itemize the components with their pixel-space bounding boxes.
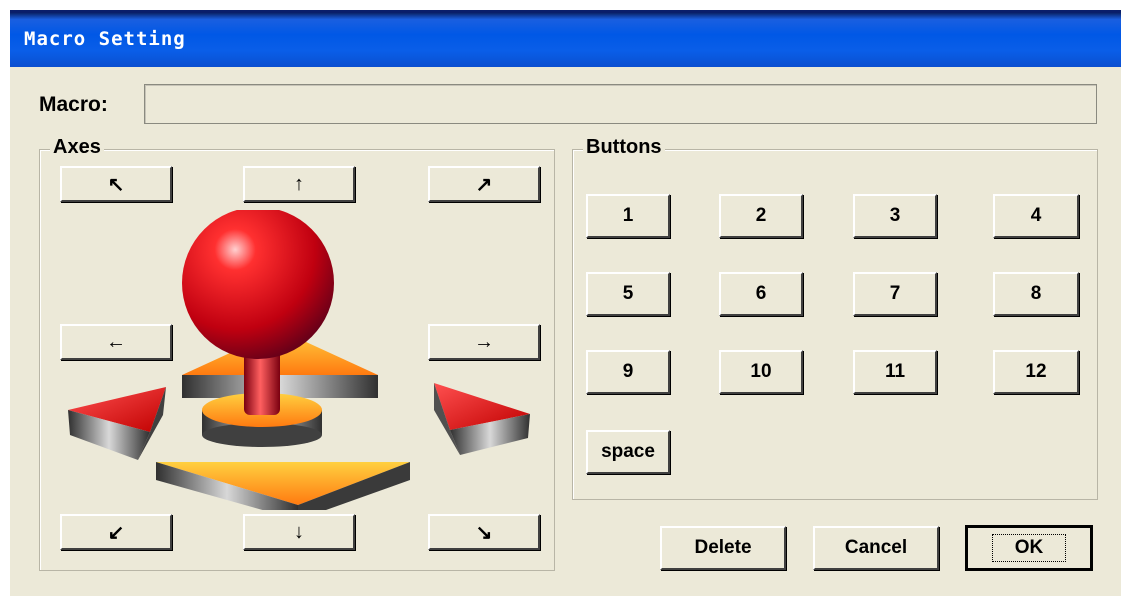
joystick-illustration: [68, 210, 530, 510]
arrow-down-left-icon: ↙: [107, 521, 125, 544]
key-button-2[interactable]: 2: [719, 194, 803, 238]
axis-down-button[interactable]: ↓: [243, 514, 355, 550]
window-title: Macro Setting: [24, 28, 186, 50]
ok-focus-rect: OK: [991, 534, 1067, 562]
axis-down-right-button[interactable]: ↘: [428, 514, 540, 550]
key-button-7[interactable]: 7: [853, 272, 937, 316]
key-button-8[interactable]: 8: [993, 272, 1079, 316]
arrow-down-icon: ↓: [294, 520, 304, 543]
axis-up-button[interactable]: ↑: [243, 166, 355, 202]
macro-input[interactable]: [144, 84, 1097, 124]
arrow-down-right-icon: ↘: [475, 521, 493, 544]
key-button-9[interactable]: 9: [586, 350, 670, 394]
macro-setting-dialog: Macro Setting Macro: Axes ↖ ↑ ↗ ← → ↙ ↓ …: [10, 10, 1121, 596]
axis-up-left-button[interactable]: ↖: [60, 166, 172, 202]
ok-button[interactable]: OK: [965, 525, 1093, 571]
arrow-up-right-icon: ↗: [475, 173, 493, 196]
key-button-5[interactable]: 5: [586, 272, 670, 316]
key-button-10[interactable]: 10: [719, 350, 803, 394]
joystick-ball-icon: [182, 210, 334, 359]
axis-up-right-button[interactable]: ↗: [428, 166, 540, 202]
arrow-up-icon: ↑: [294, 172, 304, 195]
key-button-6[interactable]: 6: [719, 272, 803, 316]
key-button-1[interactable]: 1: [586, 194, 670, 238]
key-button-12[interactable]: 12: [993, 350, 1079, 394]
right-direction-icon: [434, 383, 530, 455]
buttons-group-label: Buttons: [583, 136, 665, 159]
down-platform-icon: [156, 462, 410, 510]
key-button-4[interactable]: 4: [993, 194, 1079, 238]
key-button-space[interactable]: space: [586, 430, 670, 474]
title-bar[interactable]: Macro Setting: [10, 10, 1121, 67]
key-button-11[interactable]: 11: [853, 350, 937, 394]
left-direction-icon: [68, 387, 166, 460]
delete-button[interactable]: Delete: [660, 526, 786, 570]
axes-group-label: Axes: [50, 136, 104, 159]
axis-down-left-button[interactable]: ↙: [60, 514, 172, 550]
arrow-up-left-icon: ↖: [107, 173, 125, 196]
macro-label: Macro:: [39, 93, 108, 116]
key-button-3[interactable]: 3: [853, 194, 937, 238]
cancel-button[interactable]: Cancel: [813, 526, 939, 570]
